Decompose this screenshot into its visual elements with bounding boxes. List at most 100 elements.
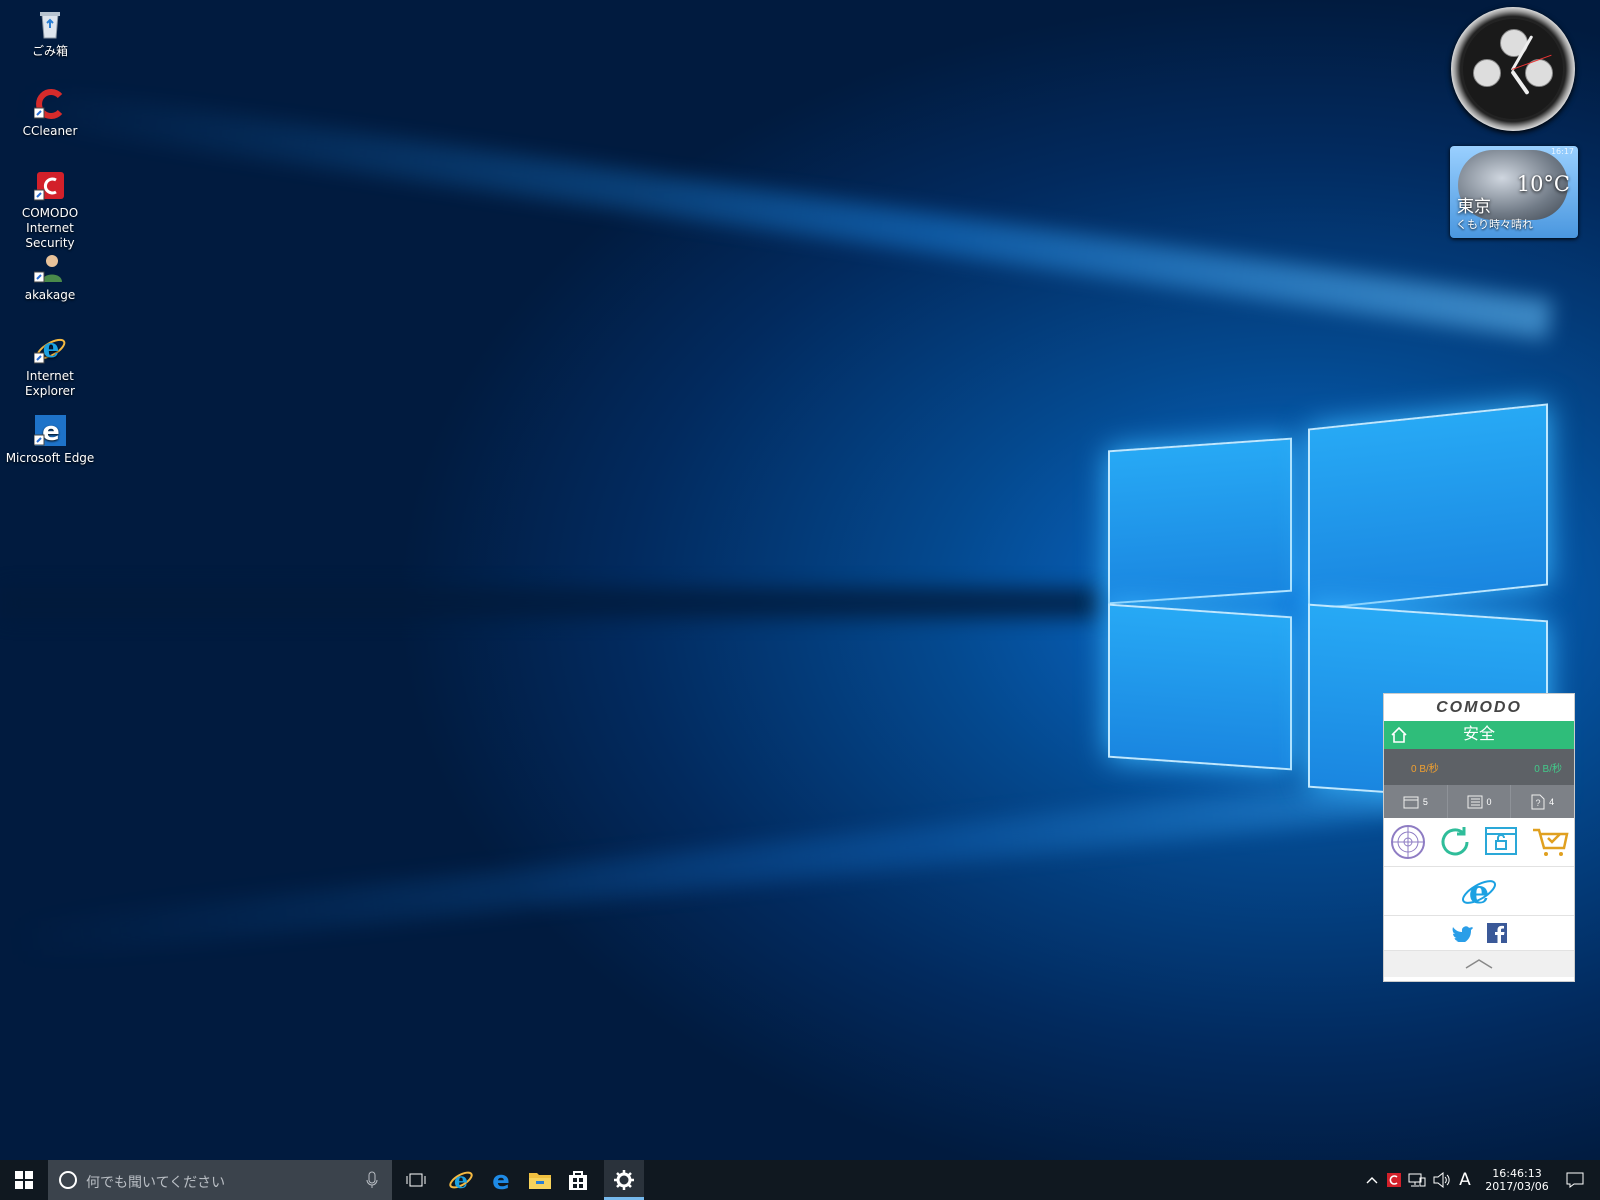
tray-ime-mode[interactable]: A	[1455, 1160, 1475, 1200]
network-icon	[1408, 1173, 1426, 1187]
svg-text:e: e	[42, 417, 60, 447]
comodo-counts: 5 0 ? 4	[1384, 785, 1574, 818]
edge-icon: e	[33, 415, 66, 447]
weather-temperature: 10°C	[1516, 172, 1570, 196]
comodo-icon	[1387, 1173, 1401, 1187]
chevron-up-icon	[1366, 1177, 1378, 1184]
quarantine-count: 5	[1422, 796, 1428, 807]
start-button[interactable]	[0, 1160, 48, 1200]
facebook-icon[interactable]	[1487, 923, 1507, 943]
store-icon	[569, 1171, 587, 1190]
svg-text:e: e	[43, 334, 60, 364]
comodo-browser-row: e	[1384, 867, 1574, 916]
wallpaper-beam	[0, 588, 1100, 618]
comodo-social-row	[1384, 916, 1574, 951]
taskbar-store[interactable]	[560, 1160, 596, 1200]
shopping-cart-icon[interactable]	[1531, 824, 1569, 860]
desktop-icon-label: Microsoft Edge	[5, 451, 95, 465]
download-rate: 0 B/秒	[1411, 764, 1439, 775]
internet-explorer-icon[interactable]: e	[1459, 873, 1499, 909]
internet-explorer-icon: e	[449, 1168, 473, 1193]
unknown-file-icon: ?	[1531, 794, 1545, 809]
tray-time: 16:46:13	[1492, 1167, 1542, 1180]
comodo-icon	[33, 170, 66, 202]
scan-radar-icon[interactable]	[1390, 824, 1426, 860]
twitter-icon[interactable]	[1451, 924, 1473, 942]
quarantine-count-button[interactable]: 5	[1384, 785, 1448, 818]
cortana-search-box[interactable]: 何でも聞いてください	[48, 1160, 392, 1200]
internet-explorer-icon: e	[33, 333, 66, 365]
weather-gadget[interactable]: 16:17 10°C 東京 くもり時々晴れ	[1450, 146, 1578, 238]
weather-condition: くもり時々晴れ	[1456, 218, 1533, 231]
desktop-icon-akakage[interactable]: akakage	[4, 252, 96, 303]
desktop-icon-label: CCleaner	[22, 124, 78, 138]
unknown-count: 4	[1549, 796, 1555, 807]
recycle-bin-icon	[34, 8, 66, 40]
comodo-brand: COMODO	[1436, 699, 1522, 716]
comodo-status-bar[interactable]: 安全	[1384, 721, 1574, 749]
taskbar-file-explorer[interactable]	[522, 1160, 558, 1200]
microphone-icon[interactable]	[366, 1171, 378, 1189]
settings-icon	[614, 1170, 634, 1190]
unknown-count-button[interactable]: ? 4	[1511, 785, 1574, 818]
desktop-icon-label: ごみ箱	[31, 44, 68, 58]
taskbar: 何でも聞いてください e e A 16:46:13 2017/03/06	[0, 1160, 1600, 1200]
file-explorer-icon	[529, 1173, 551, 1189]
desktop-icon-recycle-bin[interactable]: ごみ箱	[4, 8, 96, 59]
desktop-icon-comodo[interactable]: COMODO Internet Security	[4, 170, 96, 251]
secure-shopping-icon[interactable]	[1484, 824, 1520, 860]
wallpaper-beam	[12, 84, 1553, 340]
ime-mode-text: A	[1459, 1170, 1471, 1190]
tasks-count: 0	[1486, 796, 1492, 807]
comodo-traffic: 0 B/秒 0 B/秒	[1384, 749, 1574, 785]
clock-gadget[interactable]	[1451, 7, 1575, 131]
svg-text:e: e	[492, 1167, 510, 1193]
chevron-up-icon	[1465, 959, 1493, 969]
task-view-icon	[406, 1173, 426, 1187]
clock-subdial	[1473, 59, 1501, 87]
wallpaper-beam	[6, 760, 1553, 962]
desktop-icon-label: akakage	[24, 288, 76, 302]
cortana-icon	[59, 1171, 77, 1189]
volume-icon	[1433, 1172, 1450, 1188]
tasks-count-button[interactable]: 0	[1448, 785, 1512, 818]
svg-text:e: e	[454, 1168, 468, 1193]
windows-logo-pane	[1308, 403, 1548, 611]
quarantine-icon	[1403, 796, 1419, 808]
desktop-icon-edge[interactable]: e Microsoft Edge	[4, 415, 96, 466]
weather-time: 16:17	[1550, 147, 1574, 156]
comodo-task-row	[1384, 818, 1574, 867]
windows-logo-icon	[15, 1171, 33, 1189]
action-center-button[interactable]	[1558, 1160, 1592, 1200]
desktop-icon-label: COMODO Internet Security	[21, 206, 79, 250]
svg-text:?: ?	[1536, 798, 1541, 808]
comodo-collapse-button[interactable]	[1384, 951, 1574, 977]
weather-city: 東京	[1457, 197, 1491, 217]
taskbar-settings[interactable]	[604, 1160, 644, 1200]
user-folder-icon	[33, 252, 66, 284]
tray-clock[interactable]: 16:46:13 2017/03/06	[1478, 1160, 1556, 1200]
edge-icon: e	[492, 1167, 510, 1193]
tray-date: 2017/03/06	[1485, 1180, 1549, 1193]
taskbar-edge[interactable]: e	[483, 1160, 519, 1200]
comodo-widget[interactable]: COMODO 安全 0 B/秒 0 B/秒 5 0 ? 4 e	[1383, 693, 1575, 982]
notification-icon	[1566, 1172, 1584, 1188]
windows-logo-pane	[1108, 437, 1292, 605]
svg-text:e: e	[1469, 873, 1489, 909]
desktop-icon-ccleaner[interactable]: CCleaner	[4, 88, 96, 139]
desktop-icon-label: Internet Explorer	[25, 369, 75, 398]
show-hidden-icons-button[interactable]	[1362, 1160, 1382, 1200]
tray-comodo[interactable]	[1384, 1160, 1404, 1200]
update-icon[interactable]	[1437, 824, 1473, 860]
windows-logo-pane	[1108, 603, 1292, 771]
comodo-status-text: 安全	[1462, 726, 1495, 743]
home-icon[interactable]	[1390, 726, 1408, 744]
tray-network[interactable]	[1406, 1160, 1428, 1200]
search-placeholder: 何でも聞いてください	[86, 1175, 226, 1191]
upload-rate: 0 B/秒	[1534, 764, 1562, 775]
taskbar-internet-explorer[interactable]: e	[443, 1160, 479, 1200]
task-list-icon	[1467, 795, 1482, 808]
desktop-icon-internet-explorer[interactable]: e Internet Explorer	[4, 333, 96, 399]
task-view-button[interactable]	[398, 1160, 434, 1200]
tray-volume[interactable]	[1431, 1160, 1453, 1200]
